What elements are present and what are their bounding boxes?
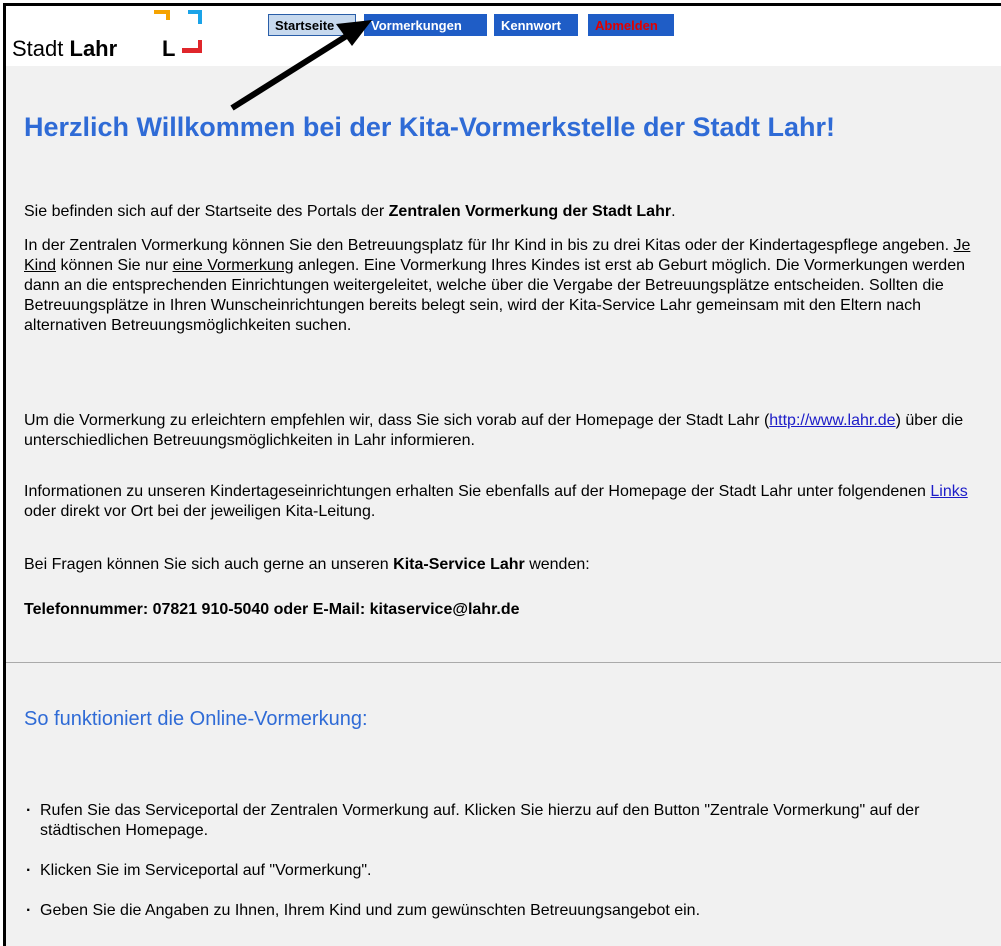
- nav-startseite-button[interactable]: Startseite: [268, 14, 356, 36]
- page-title: Herzlich Willkommen bei der Kita-Vormerk…: [24, 112, 835, 142]
- logo-text: Stadt Lahr: [12, 36, 118, 61]
- nav-vormerkungen-button[interactable]: Vormerkungen: [364, 14, 487, 36]
- site-header: Stadt Lahr L Startseite Vormerkungen Ken…: [6, 6, 1001, 66]
- vormerkung-info-paragraph: In der Zentralen Vormerkung können Sie d…: [24, 237, 971, 334]
- contact-intro-paragraph: Bei Fragen können Sie sich auch gerne an…: [24, 556, 590, 573]
- nav-kennwort-button[interactable]: Kennwort: [494, 14, 578, 36]
- lahr-homepage-link[interactable]: http://www.lahr.de: [769, 412, 895, 429]
- main-content: Herzlich Willkommen bei der Kita-Vormerk…: [6, 66, 1001, 946]
- list-item: Rufen Sie das Serviceportal der Zentrale…: [24, 801, 999, 841]
- homepage-paragraph: Um die Vormerkung zu erleichtern empfehl…: [24, 412, 964, 449]
- links-link[interactable]: Links: [930, 483, 967, 500]
- section-divider: [6, 662, 1001, 663]
- nav-abmelden-button[interactable]: Abmelden: [588, 14, 674, 36]
- list-item: Geben Sie die Angaben zu Ihnen, Ihrem Ki…: [24, 901, 999, 921]
- steps-list: Rufen Sie das Serviceportal der Zentrale…: [24, 801, 999, 941]
- intro-paragraph: Sie befinden sich auf der Startseite des…: [24, 203, 676, 220]
- section-title: So funktioniert die Online-Vormerkung:: [24, 708, 368, 730]
- kita-info-paragraph: Informationen zu unseren Kindertageseinr…: [24, 483, 968, 520]
- list-item: Klicken Sie im Serviceportal auf "Vormer…: [24, 861, 999, 881]
- logo-mark-icon: [154, 10, 202, 53]
- contact-line: Telefonnummer: 07821 910-5040 oder E-Mai…: [24, 601, 520, 618]
